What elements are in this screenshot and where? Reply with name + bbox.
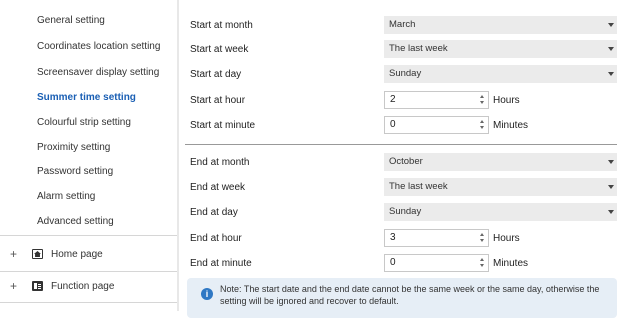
select-value: October [389,156,423,167]
start-hour-label: Start at hour [190,95,246,106]
sidebar-item-password[interactable]: Password setting [0,159,177,183]
divider [0,235,177,236]
chevron-down-icon [608,47,614,51]
chevron-down-icon [608,23,614,27]
sidebar-item-label: Colourful strip setting [37,116,131,128]
sidebar-item-label: General setting [37,14,105,26]
start-month-select[interactable]: March [384,16,617,34]
sidebar-item-advanced[interactable]: Advanced setting [0,209,177,233]
chevron-down-icon [608,72,614,76]
start-hour-stepper[interactable]: 2 [384,91,489,109]
function-icon [32,281,43,291]
sidebar-item-screensaver[interactable]: Screensaver display setting [0,60,177,84]
start-minute-label: Start at minute [190,120,256,131]
end-hour-stepper[interactable]: 3 [384,229,489,247]
spin-down-icon[interactable] [480,101,484,104]
end-day-label: End at day [190,207,238,218]
sidebar: General setting Coordinates location set… [0,0,177,311]
expand-icon[interactable]: + [10,247,24,261]
sidebar-item-label: Screensaver display setting [37,66,160,78]
note-text: Note: The start date and the end date ca… [220,284,600,306]
end-minute-label: End at minute [190,258,252,269]
spin-up-icon[interactable] [480,233,484,236]
panel-divider [177,0,179,311]
end-hour-label: End at hour [190,233,242,244]
select-value: Sunday [389,68,422,79]
minutes-unit: Minutes [493,120,529,131]
end-month-label: End at month [190,157,250,168]
start-week-select[interactable]: The last week [384,40,617,58]
sidebar-item-coordinates[interactable]: Coordinates location setting [0,34,177,58]
stepper-value: 2 [390,94,396,105]
sidebar-item-label: Proximity setting [37,141,111,153]
spin-up-icon[interactable] [480,120,484,123]
start-month-label: Start at month [190,20,253,31]
end-week-label: End at week [190,182,246,193]
sidebar-item-label: Alarm setting [37,190,96,202]
chevron-down-icon [608,210,614,214]
divider [0,302,177,303]
hours-unit: Hours [493,233,520,244]
spin-up-icon[interactable] [480,95,484,98]
start-day-select[interactable]: Sunday [384,65,617,83]
sidebar-item-label: Coordinates location setting [37,40,161,52]
select-value: Sunday [389,206,422,217]
sidebar-item-general[interactable]: General setting [0,8,177,32]
note-banner: i Note: The start date and the end date … [187,278,617,318]
spin-down-icon[interactable] [480,126,484,129]
sidebar-item-label: Advanced setting [37,215,114,227]
stepper-value: 0 [390,119,396,130]
end-minute-stepper[interactable]: 0 [384,254,489,272]
sidebar-group-function-page[interactable]: + Function page [0,271,177,301]
stepper-value: 0 [390,257,396,268]
home-icon [32,249,43,259]
chevron-down-icon [608,185,614,189]
hours-unit: Hours [493,95,520,106]
spin-up-icon[interactable] [480,258,484,261]
spin-down-icon[interactable] [480,264,484,267]
sidebar-item-alarm[interactable]: Alarm setting [0,184,177,208]
sidebar-group-home-page[interactable]: + Home page [0,239,177,269]
select-value: The last week [389,181,448,192]
minutes-unit: Minutes [493,258,529,269]
sidebar-item-proximity[interactable]: Proximity setting [0,135,177,159]
start-minute-stepper[interactable]: 0 [384,116,489,134]
chevron-down-icon [608,160,614,164]
stepper-value: 3 [390,232,396,243]
expand-icon[interactable]: + [10,279,24,293]
select-value: March [389,19,416,30]
sidebar-item-label: Summer time setting [37,91,136,103]
end-day-select[interactable]: Sunday [384,203,617,221]
start-day-label: Start at day [190,69,242,80]
sidebar-item-label: Password setting [37,165,114,177]
sidebar-group-label: Function page [51,280,115,292]
start-week-label: Start at week [190,44,249,55]
sidebar-item-colourful-strip[interactable]: Colourful strip setting [0,110,177,134]
end-month-select[interactable]: October [384,153,617,171]
end-week-select[interactable]: The last week [384,178,617,196]
section-divider [185,144,617,145]
select-value: The last week [389,43,448,54]
sidebar-item-summer-time[interactable]: Summer time setting [0,85,177,109]
spin-down-icon[interactable] [480,239,484,242]
info-icon: i [201,288,213,300]
sidebar-group-label: Home page [51,248,103,260]
